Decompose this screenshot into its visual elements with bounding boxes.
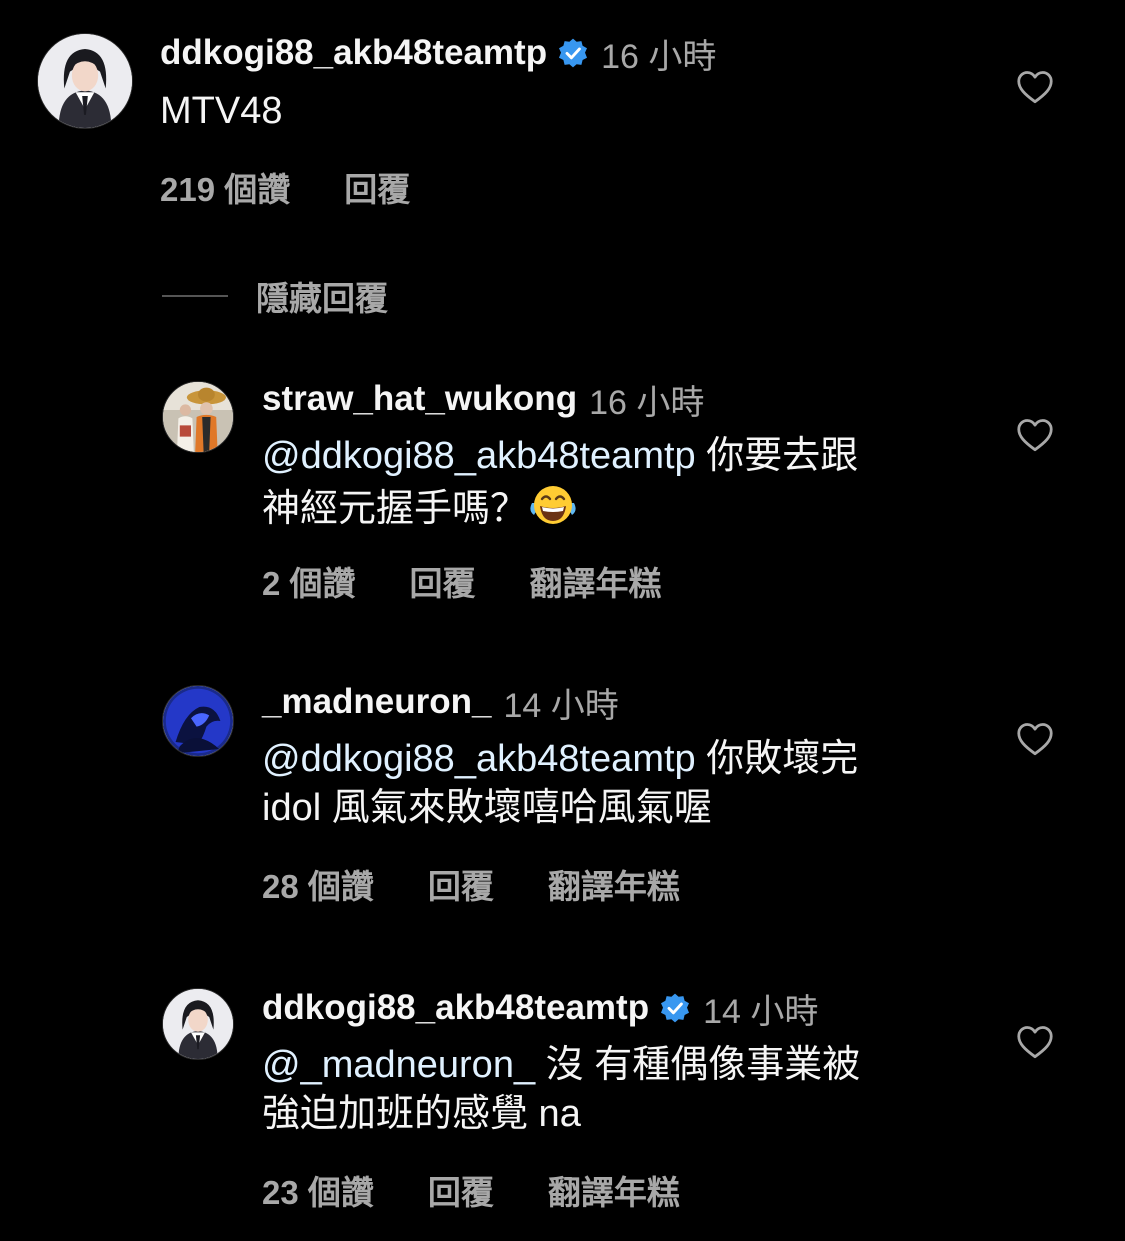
timestamp: 14 小時	[503, 686, 619, 725]
avatar[interactable]	[162, 685, 234, 757]
translate-button[interactable]: 翻譯年糕	[548, 1166, 680, 1214]
avatar[interactable]	[162, 381, 234, 453]
like-heart-icon[interactable]	[1016, 722, 1054, 756]
comment-text-content: 強迫加班的感覺 na	[262, 1093, 581, 1135]
mention-link[interactable]: @ddkogi88_akb48teamtp	[262, 738, 696, 780]
mention-link[interactable]: @ddkogi88_akb48teamtp	[262, 435, 696, 477]
divider	[162, 295, 228, 297]
timestamp: 16 小時	[601, 37, 717, 76]
comment-text: @ddkogi88_akb48teamtp 你要去跟 神經元握手嗎？	[262, 432, 858, 534]
like-heart-icon[interactable]	[1016, 1025, 1054, 1059]
username[interactable]: straw_hat_wukong	[262, 379, 577, 419]
reply-button[interactable]: 回覆	[428, 860, 494, 908]
username[interactable]: ddkogi88_akb48teamtp	[262, 988, 649, 1028]
reply-button[interactable]: 回覆	[344, 163, 410, 211]
comment-text-content: MTV48	[160, 90, 283, 132]
timestamp: 16 小時	[589, 383, 705, 422]
comment-text: MTV48	[160, 87, 282, 136]
username[interactable]: _madneuron_	[262, 682, 492, 722]
username[interactable]: ddkogi88_akb48teamtp	[160, 33, 547, 73]
comment-text-content: 你敗壞完	[695, 738, 859, 780]
verified-badge-icon	[659, 992, 691, 1024]
comment-text-content: 你要去跟	[695, 435, 859, 477]
comment-text-content: 神經元握手嗎？	[262, 488, 529, 530]
like-heart-icon[interactable]	[1016, 70, 1054, 104]
reply-button[interactable]: 回覆	[410, 557, 476, 605]
likes-count[interactable]: 28 個讚	[262, 860, 374, 908]
reply-button[interactable]: 回覆	[428, 1166, 494, 1214]
likes-count[interactable]: 2 個讚	[262, 557, 356, 605]
translate-button[interactable]: 翻譯年糕	[548, 860, 680, 908]
comment-text: @ddkogi88_akb48teamtp 你敗壞完 idol 風氣來敗壞嘻哈風…	[262, 735, 858, 833]
comment-text: @_madneuron_ 沒 有種偶像事業被 強迫加班的感覺 na	[262, 1041, 860, 1139]
face-with-tears-of-joy-icon	[528, 481, 578, 529]
hide-replies-label: 隱藏回覆	[256, 280, 388, 317]
verified-badge-icon	[557, 37, 589, 69]
avatar[interactable]	[162, 988, 234, 1060]
comment-text-content: idol 風氣來敗壞嘻哈風氣喔	[262, 787, 712, 829]
timestamp: 14 小時	[703, 992, 819, 1031]
comment-text-content: 沒 有種偶像事業被	[535, 1044, 861, 1086]
like-heart-icon[interactable]	[1016, 418, 1054, 452]
hide-replies-toggle[interactable]: 隱藏回覆	[162, 272, 388, 320]
translate-button[interactable]: 翻譯年糕	[530, 557, 662, 605]
likes-count[interactable]: 23 個讚	[262, 1166, 374, 1214]
mention-link[interactable]: @_madneuron_	[262, 1044, 535, 1086]
likes-count[interactable]: 219 個讚	[160, 163, 290, 211]
avatar[interactable]	[37, 33, 133, 129]
